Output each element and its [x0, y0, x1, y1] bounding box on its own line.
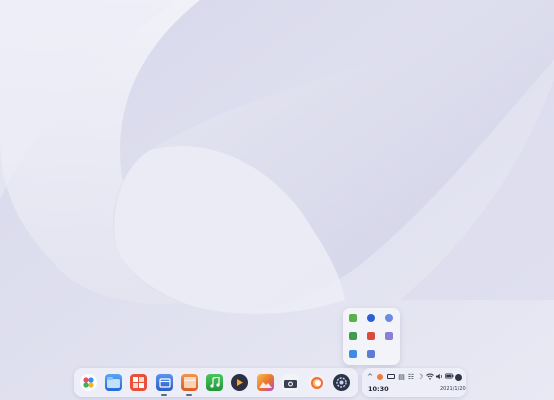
network-icon[interactable]: [385, 314, 393, 322]
clock-date[interactable]: 2021/1/20: [440, 386, 466, 392]
keyboard-icon[interactable]: [386, 373, 396, 382]
running-indicator: [161, 394, 167, 396]
volume-icon[interactable]: [435, 373, 443, 382]
purple-app-icon[interactable]: [385, 332, 393, 340]
night-mode-icon[interactable]: ☽: [416, 373, 424, 382]
clock-time[interactable]: 10:30: [368, 385, 389, 393]
settings-icon[interactable]: [333, 374, 350, 391]
red-app-icon[interactable]: [367, 332, 375, 340]
system-tray: ^ ▤ ☷ ☽ 10:30 2021/1/20: [362, 368, 466, 397]
camera-icon[interactable]: [282, 374, 299, 391]
dock: [74, 368, 358, 397]
color-picker-icon[interactable]: [308, 374, 325, 391]
user-avatar-icon[interactable]: [454, 373, 463, 382]
chevron-up-icon[interactable]: ^: [367, 373, 373, 382]
green-app-icon[interactable]: [349, 314, 357, 322]
video-player-icon[interactable]: [231, 374, 248, 391]
desktop-wallpaper: [0, 0, 554, 400]
screen-share-icon[interactable]: ▤: [397, 373, 406, 382]
blue-globe-icon[interactable]: [367, 314, 375, 322]
blue-chat-icon[interactable]: [349, 350, 357, 358]
blue-box-icon[interactable]: [367, 350, 375, 358]
tray-overflow-popup: [343, 308, 400, 365]
package-icon[interactable]: [181, 374, 198, 391]
launcher-icon[interactable]: [80, 374, 97, 391]
battery-icon[interactable]: [444, 373, 454, 382]
running-indicator: [186, 394, 192, 396]
orange-app-icon[interactable]: [376, 373, 384, 382]
green-shield-icon[interactable]: [349, 332, 357, 340]
app-store-icon[interactable]: [130, 374, 147, 391]
browser-icon[interactable]: [156, 374, 173, 391]
file-manager-icon[interactable]: [105, 374, 122, 391]
wifi-icon[interactable]: [425, 373, 434, 382]
workspace-icon[interactable]: ☷: [407, 373, 415, 382]
image-viewer-icon[interactable]: [257, 374, 274, 391]
music-icon[interactable]: [206, 374, 223, 391]
